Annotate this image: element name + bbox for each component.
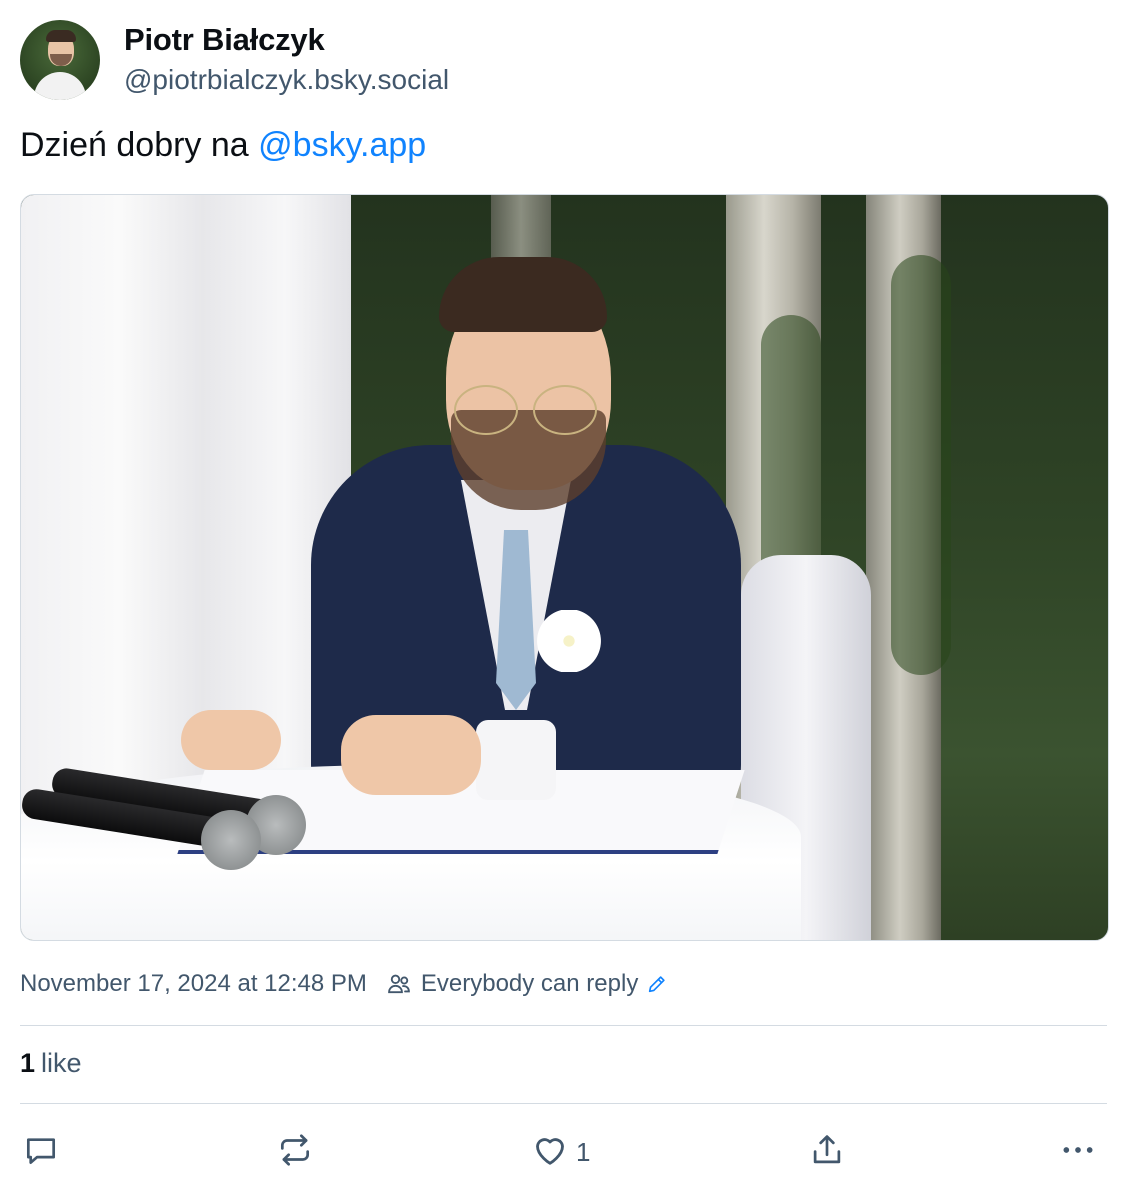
author-avatar[interactable] bbox=[20, 20, 100, 100]
people-icon bbox=[385, 970, 413, 998]
pencil-icon[interactable] bbox=[646, 973, 668, 995]
reply-setting[interactable]: Everybody can reply bbox=[421, 970, 638, 998]
post-detail: Piotr Białczyk @piotrbialczyk.bsky.socia… bbox=[0, 0, 1131, 1200]
repost-button[interactable] bbox=[276, 1132, 314, 1172]
post-timestamp[interactable]: November 17, 2024 at 12:48 PM bbox=[20, 970, 367, 998]
like-button[interactable]: 1 bbox=[530, 1132, 590, 1172]
likes-count: 1 bbox=[20, 1048, 36, 1078]
divider bbox=[20, 1103, 1107, 1104]
post-image[interactable] bbox=[20, 194, 1109, 941]
repost-icon bbox=[276, 1131, 314, 1174]
likes-label: like bbox=[41, 1048, 82, 1078]
like-count: 1 bbox=[576, 1136, 591, 1167]
share-button[interactable] bbox=[808, 1132, 846, 1172]
author-display-name[interactable]: Piotr Białczyk bbox=[124, 22, 325, 58]
ellipsis-icon bbox=[1058, 1130, 1098, 1175]
author-handle[interactable]: @piotrbialczyk.bsky.social bbox=[124, 64, 449, 96]
comment-icon bbox=[22, 1131, 60, 1174]
reply-button[interactable] bbox=[22, 1132, 60, 1172]
share-icon bbox=[808, 1131, 846, 1174]
likes-summary[interactable]: 1 like bbox=[20, 1048, 82, 1079]
more-options-button[interactable] bbox=[1058, 1132, 1098, 1172]
divider bbox=[20, 1025, 1107, 1026]
post-meta: November 17, 2024 at 12:48 PM Everybody … bbox=[20, 970, 668, 998]
mention-link[interactable]: @bsky.app bbox=[258, 126, 426, 164]
post-text-body: Dzień dobry na bbox=[20, 126, 259, 164]
heart-icon bbox=[530, 1130, 570, 1175]
post-text: Dzień dobry na @bsky.app bbox=[20, 126, 426, 165]
